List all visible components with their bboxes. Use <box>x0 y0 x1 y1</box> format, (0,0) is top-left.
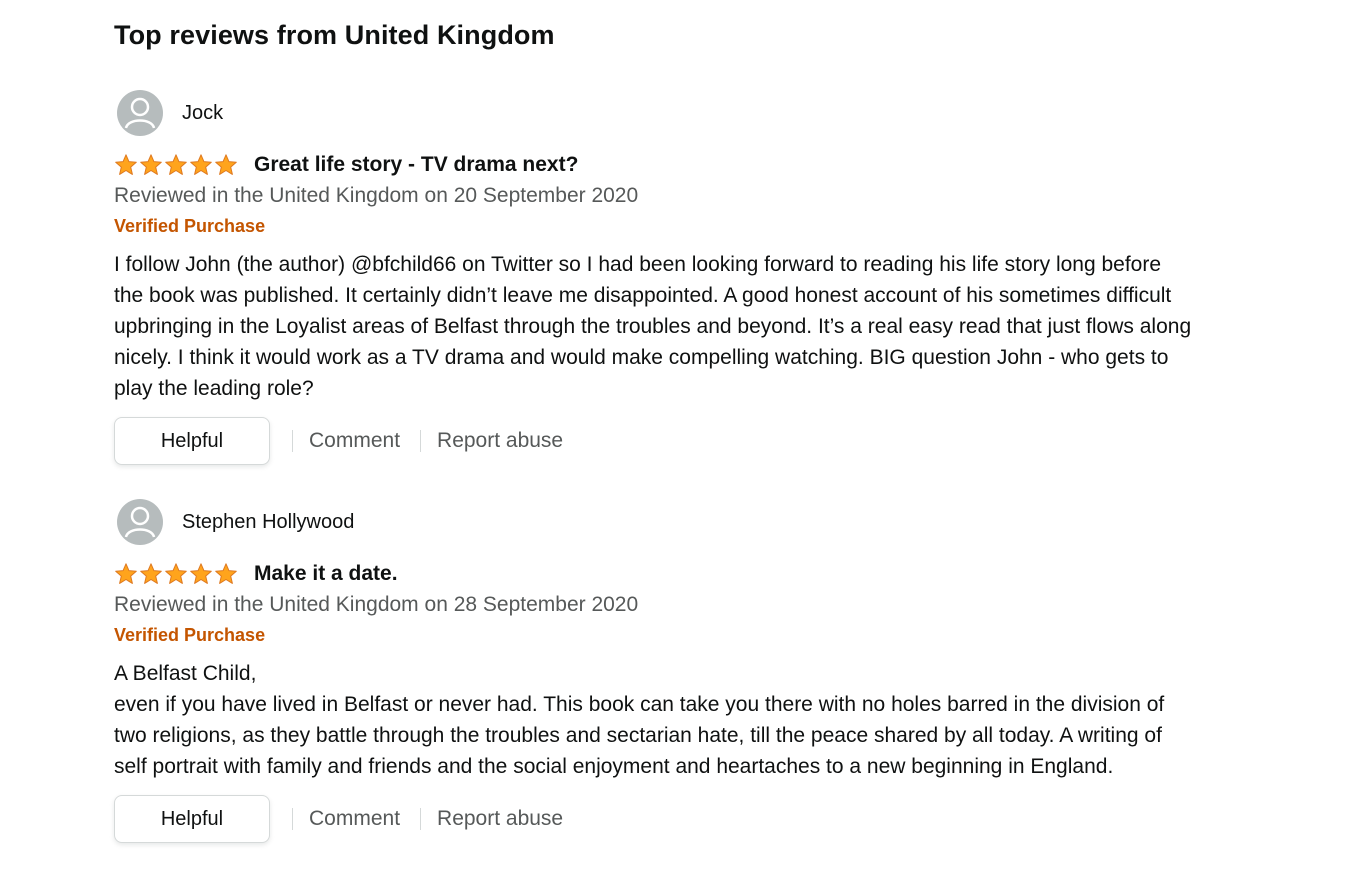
star-icon <box>140 154 162 175</box>
review-date: Reviewed in the United Kingdom on 20 Sep… <box>114 184 639 207</box>
star-icon <box>165 154 187 175</box>
review-title-row: Great life story - TV drama next? <box>114 152 1194 178</box>
comment-link[interactable]: Comment <box>309 807 400 831</box>
helpful-button[interactable]: Helpful <box>114 795 270 843</box>
reviewer-profile[interactable]: Stephen Hollywood <box>114 497 1194 547</box>
report-abuse-link[interactable]: Report abuse <box>437 429 563 453</box>
divider <box>292 808 293 830</box>
review-body: I follow John (the author) @bfchild66 on… <box>114 253 1192 400</box>
star-icon <box>115 563 137 584</box>
divider <box>420 430 422 452</box>
review-actions: Helpful Comment Report abuse <box>114 794 1194 844</box>
divider <box>292 430 293 452</box>
star-icon <box>165 563 187 584</box>
review-body: A Belfast Child, even if you have lived … <box>114 662 1165 778</box>
divider <box>420 808 422 830</box>
reviewer-profile[interactable]: Jock <box>114 88 1194 138</box>
star-rating[interactable] <box>114 153 238 177</box>
star-icon <box>140 563 162 584</box>
comment-link[interactable]: Comment <box>309 429 400 453</box>
verified-purchase-badge[interactable]: Verified Purchase <box>114 624 1194 646</box>
review-date: Reviewed in the United Kingdom on 28 Sep… <box>114 593 639 616</box>
avatar-icon[interactable] <box>117 90 163 136</box>
review-title[interactable]: Make it a date. <box>254 561 398 587</box>
star-rating[interactable] <box>114 562 238 586</box>
verified-purchase-badge[interactable]: Verified Purchase <box>114 215 1194 237</box>
reviewer-name[interactable]: Jock <box>182 101 223 125</box>
review-title-row: Make it a date. <box>114 561 1194 587</box>
review-item: Jock Great life story - TV drama next? R… <box>114 88 1194 466</box>
star-icon <box>190 563 212 584</box>
review-actions: Helpful Comment Report abuse <box>114 416 1194 466</box>
report-abuse-link[interactable]: Report abuse <box>437 807 563 831</box>
star-icon <box>215 563 237 584</box>
section-title: Top reviews from United Kingdom <box>114 20 555 50</box>
review-title[interactable]: Great life story - TV drama next? <box>254 152 578 178</box>
avatar-icon[interactable] <box>117 499 163 545</box>
star-icon <box>215 154 237 175</box>
reviews-section: Top reviews from United Kingdom Jock Gre… <box>114 0 1194 843</box>
review-item: Stephen Hollywood Make it a date. Review… <box>114 497 1194 844</box>
reviewer-name[interactable]: Stephen Hollywood <box>182 510 354 534</box>
star-icon <box>115 154 137 175</box>
star-icon <box>190 154 212 175</box>
helpful-button[interactable]: Helpful <box>114 417 270 465</box>
